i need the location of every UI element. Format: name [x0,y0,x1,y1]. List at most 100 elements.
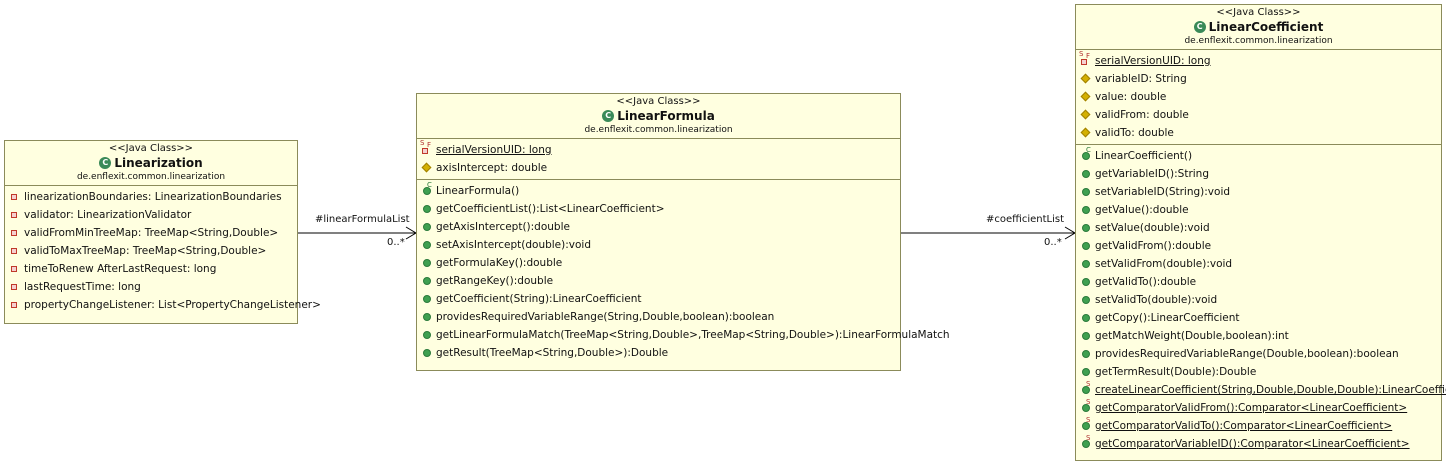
public-icon [1082,224,1090,232]
public-icon [423,259,431,267]
protected-icon [1080,91,1091,102]
constructor-marker-icon: C [427,181,432,189]
method-row: getLinearFormulaMatch(TreeMap<String,Dou… [417,326,950,344]
methods-section: C LinearFormula() getCoefficientList():Li… [417,179,950,364]
public-icon [1082,314,1090,322]
attribute-row: validFrom: double [1076,106,1441,124]
private-icon [11,230,17,236]
attribute-row: validTo: double [1076,124,1441,142]
public-icon [1082,368,1090,376]
protected-icon [421,162,432,173]
attribute-row: axisIntercept: double [417,159,900,177]
constructor-marker-icon: C [1086,146,1091,154]
method-row: setValidTo(double):void [1076,291,1441,309]
public-icon [423,349,431,357]
methods-section: C LinearCoefficient() getVariableID():Str… [1076,144,1446,455]
linear-formula-list-multiplicity: 0..* [387,237,405,248]
public-icon [1082,350,1090,358]
public-icon [423,241,431,249]
package-name: de.enflexit.common.linearization [584,125,733,135]
class-icon: C [99,157,112,169]
private-icon [11,194,17,200]
method-row: getValidTo():double [1076,273,1441,291]
public-icon [1082,332,1090,340]
attributes-section: S FserialVersionUID: long axisIntercept: … [417,139,900,179]
method-row: SgetComparatorVariableID():Comparator<Li… [1076,434,1441,453]
public-icon [423,223,431,231]
class-icon: C [1193,21,1206,33]
private-icon [11,284,17,290]
package-name: de.enflexit.common.linearization [1184,36,1333,46]
private-icon [1081,59,1087,65]
attribute-row: timeToRenew AfterLastRequest: long [5,260,297,278]
attribute-row: lastRequestTime: long [5,278,297,296]
method-row: getResult(TreeMap<String,Double>):Double [417,344,900,362]
public-icon [1082,278,1090,286]
class-name: C Linearization [5,155,297,171]
static-marker-icon: S [1086,380,1091,388]
attribute-row: S FserialVersionUID: long [1079,50,1211,67]
class-name: C LinearCoefficient [1076,19,1441,35]
method-row: setValue(double):void [1076,219,1441,237]
attribute-row: validator: LinearizationValidator [5,206,297,224]
linear-formula-class-box[interactable]: <<Java Class>> C LinearFormula de.enflexi… [416,93,950,371]
private-icon [11,302,17,308]
method-row: setAxisIntercept(double):void [417,236,900,254]
method-row: getMatchWeight(Double,boolean):int [1076,327,1441,345]
public-icon [423,205,431,213]
public-icon [423,277,431,285]
method-row: setValidFrom(double):void [1076,255,1441,273]
static-marker-icon: S [420,139,425,147]
attribute-row: validFromMinTreeMap: TreeMap<String,Doub… [5,224,297,242]
private-icon [11,212,17,218]
method-row: C LinearCoefficient() [1076,146,1441,165]
private-icon [422,148,428,154]
method-row: getFormulaKey():double [417,254,900,272]
package-name: de.enflexit.common.linearization [76,172,226,182]
method-row: getAxisIntercept():double [417,218,900,236]
class-header: <<Java Class>> C Linearization de.enflexi… [5,143,297,186]
public-icon [423,331,431,339]
public-icon [1082,242,1090,250]
attribute-row: propertyChangeListener: List<PropertyCha… [5,296,321,314]
method-row: getCoefficient(String):LinearCoefficient [417,290,900,308]
method-row: getValidFrom():double [1076,237,1441,255]
public-icon [1082,170,1090,178]
method-row: C LinearFormula() [417,181,900,200]
attribute-row: S FserialVersionUID: long [420,139,552,156]
stereotype: <<Java Class>> [1216,7,1301,18]
attribute-row: validToMaxTreeMap: TreeMap<String,Double… [5,242,297,260]
method-row: getValue():double [1076,201,1441,219]
protected-icon [1080,109,1091,120]
attribute-row: linearizationBoundaries: LinearizationBo… [5,188,297,206]
stereotype: <<Java Class>> [108,143,194,154]
linearization-class-box[interactable]: <<Java Class>> C Linearization de.enflexi… [4,140,321,324]
attributes-section: linearizationBoundaries: LinearizationBo… [5,186,321,316]
static-marker-icon: S [1086,434,1091,442]
method-row: ScreateLinearCoefficient(String,Double,D… [1076,380,1446,399]
public-icon [423,295,431,303]
attribute-row: variableID: String [1076,70,1441,88]
static-marker-icon: S [1086,416,1091,424]
private-icon [11,266,17,272]
attributes-section: S FserialVersionUID: long variableID: Str… [1076,50,1441,144]
protected-icon [1080,73,1091,84]
public-icon [423,313,431,321]
attribute-row: value: double [1076,88,1441,106]
class-header: <<Java Class>> C LinearFormula de.enflexi… [417,96,900,139]
stereotype: <<Java Class>> [616,96,701,107]
method-row: getCoefficientList():List<LinearCoeffici… [417,200,900,218]
method-row: setVariableID(String):void [1076,183,1441,201]
class-header: <<Java Class>> C LinearCoefficient de.enf… [1076,7,1441,50]
class-name: C LinearFormula [417,108,900,124]
method-row: getVariableID():String [1076,165,1441,183]
static-marker-icon: S [1079,50,1084,58]
linear-coefficient-class-box[interactable]: <<Java Class>> C LinearCoefficient de.enf… [1075,4,1446,461]
method-row: providesRequiredVariableRange(Double,boo… [1076,345,1441,363]
method-row: providesRequiredVariableRange(String,Dou… [417,308,900,326]
method-row: SgetComparatorValidFrom():Comparator<Lin… [1076,398,1441,417]
public-icon [1082,206,1090,214]
coefficient-list-multiplicity: 0..* [1044,237,1062,248]
public-icon [1082,296,1090,304]
public-icon [1082,260,1090,268]
